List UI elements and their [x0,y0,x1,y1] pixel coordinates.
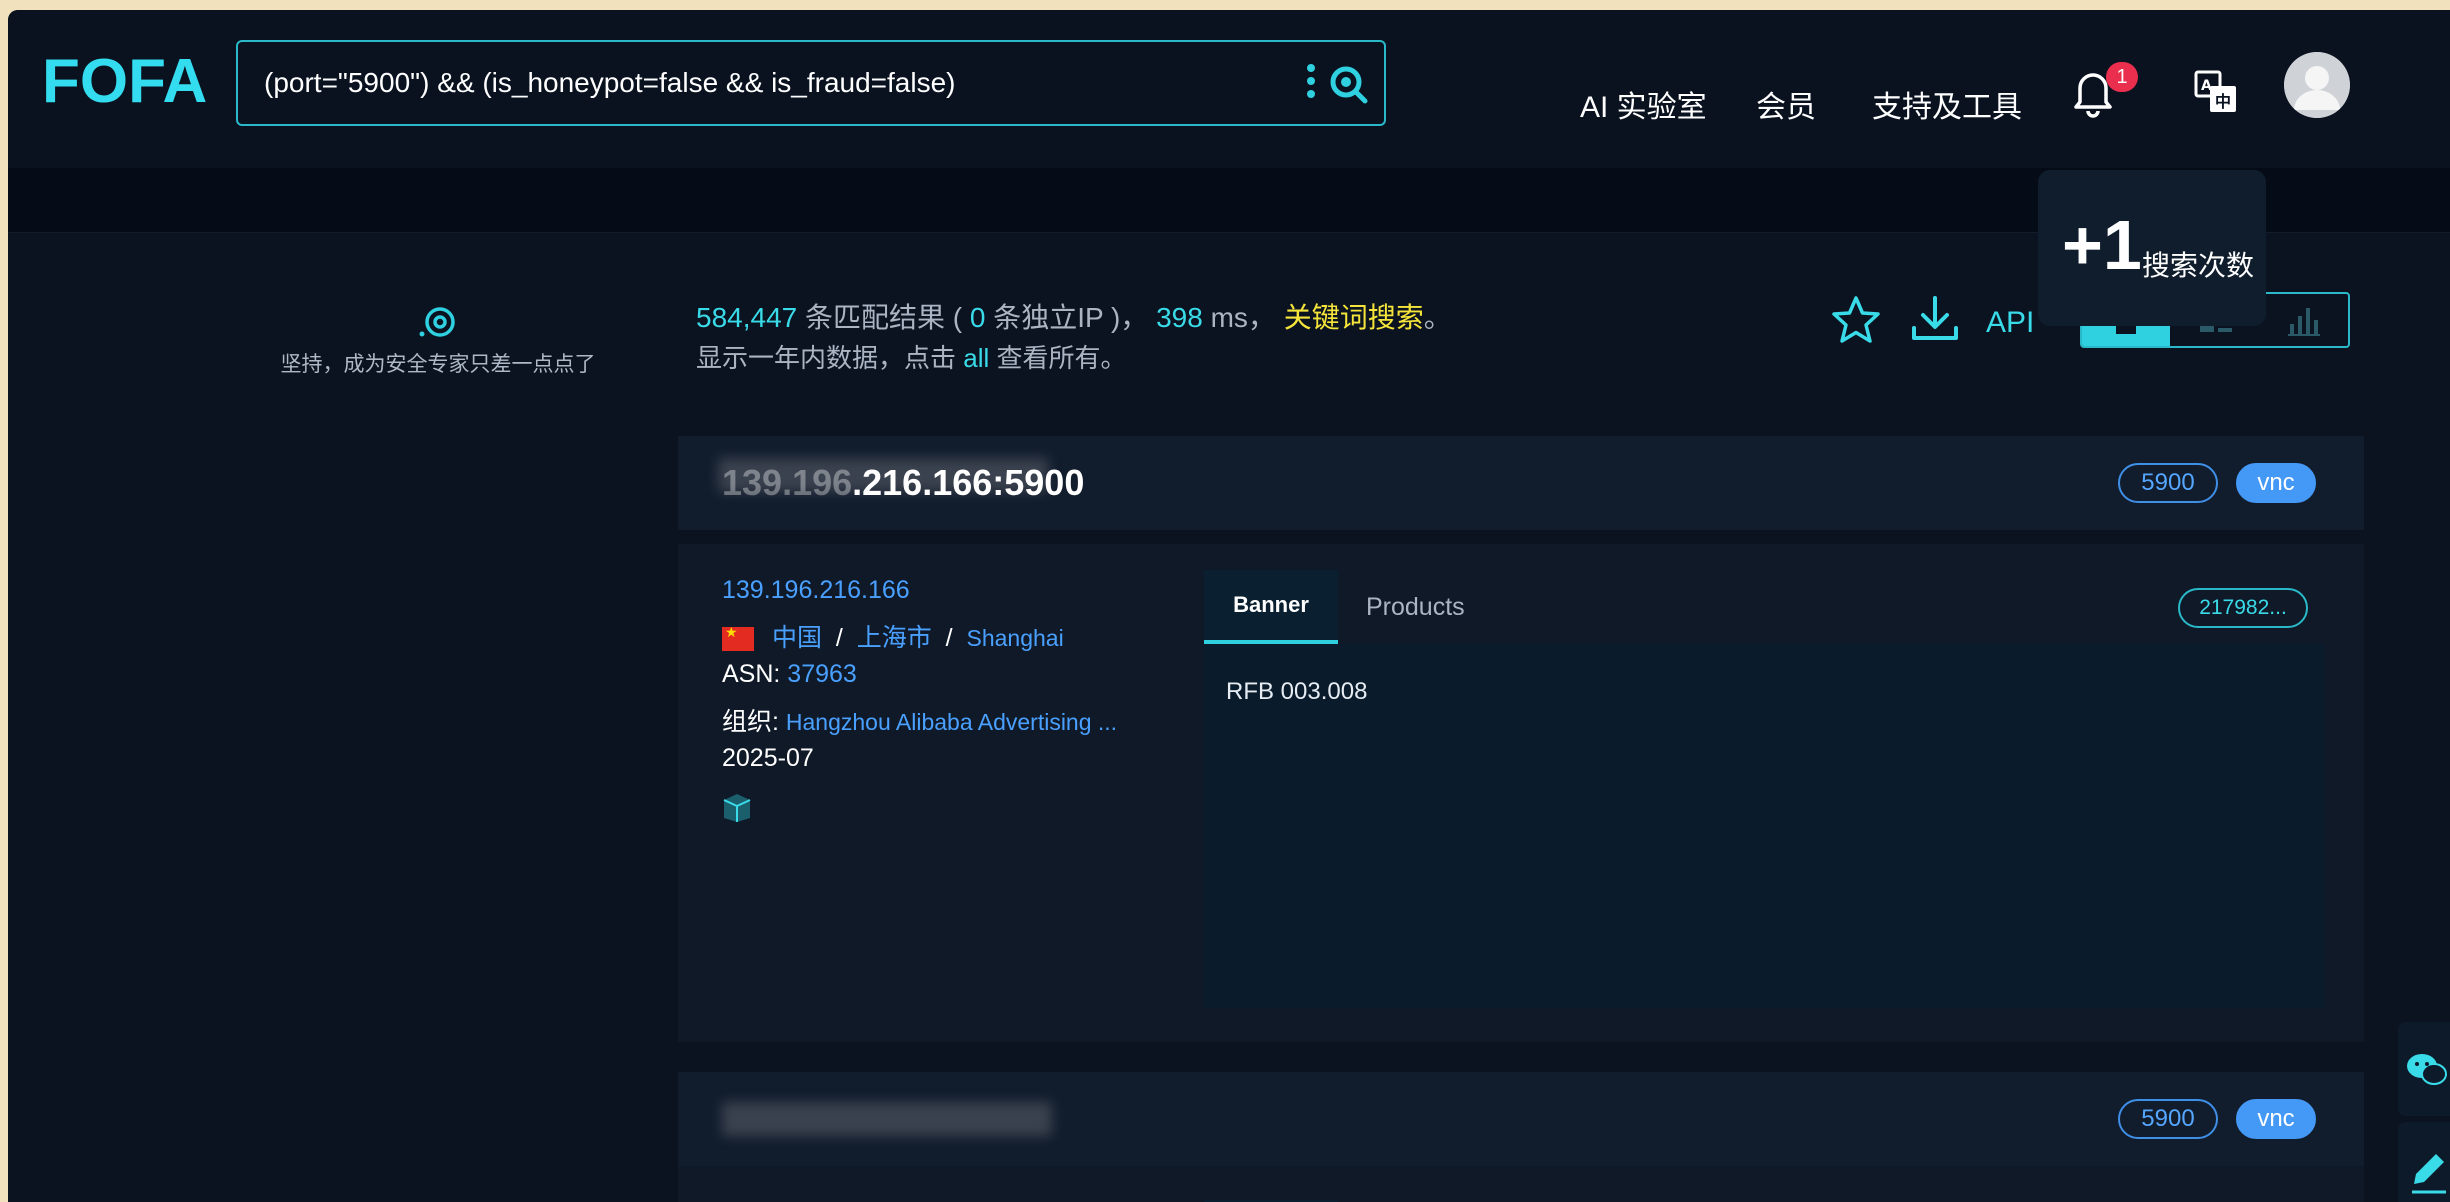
search-box[interactable]: (port="5900") && (is_honeypot=false && i… [236,40,1386,126]
search-input[interactable]: (port="5900") && (is_honeypot=false && i… [264,42,956,124]
card-separator [678,1042,2364,1072]
range-note-suffix: 查看所有。 [989,343,1127,373]
result-card-header-2: 5900 vnc [678,1072,2364,1166]
summary-period: 。 [1423,302,1452,333]
view-stats-button[interactable] [2258,294,2346,346]
city-link[interactable]: Shanghai [967,625,1064,651]
protocol-tag[interactable]: vnc [2236,463,2316,503]
avatar-icon [2284,52,2350,118]
location-line: 中国 / 上海市 / Shanghai [722,618,1064,654]
logo-graphic: FOFA [42,47,207,116]
result-card-header: 139.196.216.166:5900 5900 vnc [678,436,2364,530]
sidebar-tip: 坚持，成为安全专家只差一点点了 [280,353,596,376]
result-card-body: 139.196.216.166 中国 / 上海市 / Shanghai ASN:… [678,544,2364,1042]
popup-label: 搜索次数 [2142,250,2255,281]
result-host-prefix: 139.196 [722,462,853,503]
star-icon[interactable] [1830,294,1882,346]
update-date: 2025-07 [722,744,814,772]
result-card-body-2 [678,1166,2364,1202]
search-count-popup: +1 搜索次数 [2038,170,2266,326]
search-icon[interactable] [1326,62,1370,106]
more-options-icon[interactable] [1306,64,1316,104]
translate-icon[interactable]: A 中 [2192,68,2240,116]
port-tag[interactable]: 5900 [2118,463,2218,503]
org-link[interactable]: Hangzhou Alibaba Advertising ... [786,709,1117,735]
country-link[interactable]: 中国 [772,624,822,652]
notification-badge: 1 [2106,62,2138,92]
data-range-note: 显示一年内数据，点击 all 查看所有。 [696,338,1126,375]
user-avatar[interactable] [2284,52,2350,118]
asn-label: ASN: [722,660,788,688]
hash-badge[interactable]: 217982... [2178,588,2308,628]
region-link[interactable]: 上海市 [857,624,932,652]
matches-label: 条匹配结果 ( [797,302,970,333]
nav-support-tools[interactable]: 支持及工具 [1872,82,2022,126]
result-count: 584,447 [696,302,798,333]
popup-increment: +1 [2062,206,2142,284]
protocol-tag-2[interactable]: vnc [2236,1099,2316,1139]
unique-ip-label: 条独立IP )， [985,302,1157,333]
wechat-float-button[interactable] [2398,1022,2450,1116]
range-note-prefix: 显示一年内数据，点击 [696,343,964,373]
svg-text:A: A [2201,78,2212,94]
app-window: FOFA (port="5900") && (is_honeypot=false… [8,10,2450,1202]
result-host-suffix: .216.166:5900 [852,462,1085,503]
china-flag-icon [722,624,754,652]
logo-text: FOFA [42,47,207,116]
svg-text:中: 中 [2215,92,2231,111]
result-host-title[interactable]: 139.196.216.166:5900 [722,436,1084,530]
keyword-search-link[interactable]: 关键词搜索 [1284,302,1424,333]
unique-ip-count: 0 [969,302,986,333]
top-header: FOFA (port="5900") && (is_honeypot=false… [8,10,2450,168]
org-line: 组织: Hangzhou Alibaba Advertising ... [722,702,1117,738]
org-label: 组织: [722,708,786,736]
product-cube-icon[interactable] [722,792,752,822]
port-tag-2[interactable]: 5900 [2118,1099,2218,1139]
banner-content: RFB 003.008 [1204,644,2324,1008]
nav-ai-lab[interactable]: AI 实验室 [1580,82,1707,126]
result-detail-tabs: Banner Products 217982... RFB 003.008 [1204,570,2324,1042]
feedback-float-button[interactable] [2398,1122,2450,1202]
masked-host-title[interactable] [722,1102,1052,1136]
banner-text: RFB 003.008 [1226,678,1368,705]
fofa-logo[interactable]: FOFA [42,46,222,126]
api-button[interactable]: API [1986,306,2034,340]
result-summary: 584,447 条匹配结果 ( 0 条独立IP )， 398 ms， 关键词搜索… [696,296,1452,336]
asn-link[interactable]: 37963 [787,660,857,688]
target-icon [416,300,458,342]
query-time: 398 [1156,302,1203,333]
edit-icon [2412,1154,2446,1194]
all-data-link[interactable]: all [963,343,989,373]
nav-membership[interactable]: 会员 [1756,82,1816,126]
result-ip-link[interactable]: 139.196.216.166 [722,576,910,605]
bar-chart-icon [2288,308,2320,336]
download-icon[interactable] [1908,292,1962,346]
tab-products[interactable]: Products [1366,570,1465,644]
tab-banner[interactable]: Banner [1204,570,1338,644]
asn-line: ASN: 37963 [722,660,857,689]
ms-label: ms， [1202,302,1284,333]
wechat-icon [2407,1054,2447,1085]
